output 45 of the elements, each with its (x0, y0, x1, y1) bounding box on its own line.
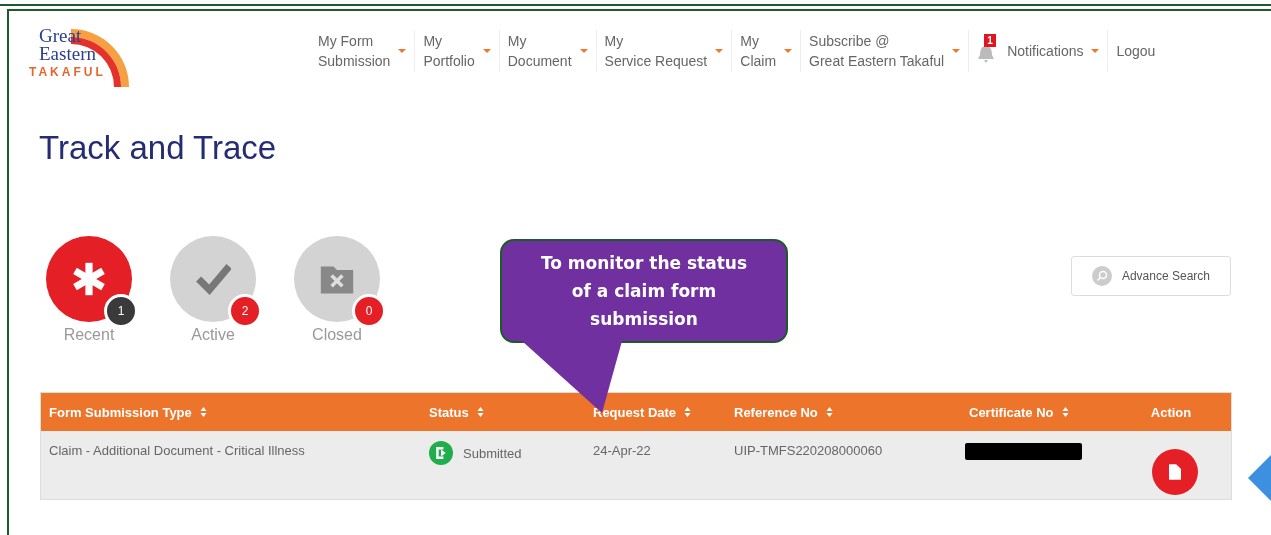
submitted-icon (429, 441, 453, 465)
caret-icon (952, 49, 961, 53)
nav-menu-item[interactable]: My Portfolio (423, 31, 475, 71)
tab-label: Closed (312, 326, 362, 344)
count-badge: 0 (352, 294, 386, 328)
check-icon (195, 261, 231, 297)
logout-link[interactable]: Logou (1116, 41, 1156, 61)
nav-menu-item[interactable]: My Service Request (604, 31, 708, 71)
status-text: Submitted (463, 445, 522, 461)
pointer-icon (1248, 455, 1271, 501)
caret-icon (579, 49, 588, 53)
sort-icon (476, 406, 484, 417)
asterisk-icon (71, 261, 107, 297)
document-icon (1169, 464, 1181, 480)
column-header: Action (1119, 393, 1231, 431)
nav-menu-item[interactable]: Notifications (1007, 41, 1084, 61)
table-cell: UIP-TMFS220208000060 (726, 431, 961, 499)
sort-icon (1061, 406, 1069, 417)
caret-icon (715, 49, 724, 53)
document-button[interactable] (1152, 449, 1198, 495)
tab-label: Active (191, 326, 235, 344)
callout-text: To monitor the status of a claim form submission (539, 252, 749, 331)
caret-icon (398, 49, 407, 53)
logo-text: Eastern (39, 45, 96, 63)
caret-icon (1091, 49, 1100, 53)
nav-menu-item[interactable]: My Document (507, 31, 572, 71)
page-title: Track and Trace (39, 128, 278, 168)
nav-menu-item[interactable]: My Form Submission (318, 31, 391, 71)
advance-search-button[interactable]: Advance Search (1070, 256, 1231, 296)
sort-icon (199, 406, 207, 417)
caret-icon (784, 49, 793, 53)
bell-icon (977, 44, 996, 64)
nav-menu-item[interactable]: Subscribe @ Great Eastern Takaful (809, 31, 945, 71)
caret-icon (482, 49, 491, 53)
nav-menu-item[interactable]: My Claim (740, 31, 777, 71)
count-badge: 2 (228, 294, 262, 328)
sort-icon (825, 406, 833, 417)
table-cell: Claim - Additional Document - Critical Illness (41, 431, 421, 499)
count-badge: 1 (104, 294, 138, 328)
logo-text: TAKAFUL (29, 65, 106, 79)
sort-icon (684, 406, 692, 417)
notification-badge: 1 (984, 34, 996, 47)
tab-label: Recent (63, 326, 115, 344)
table-cell: 24-Apr-22 (585, 431, 726, 499)
search-icon (1091, 266, 1112, 286)
